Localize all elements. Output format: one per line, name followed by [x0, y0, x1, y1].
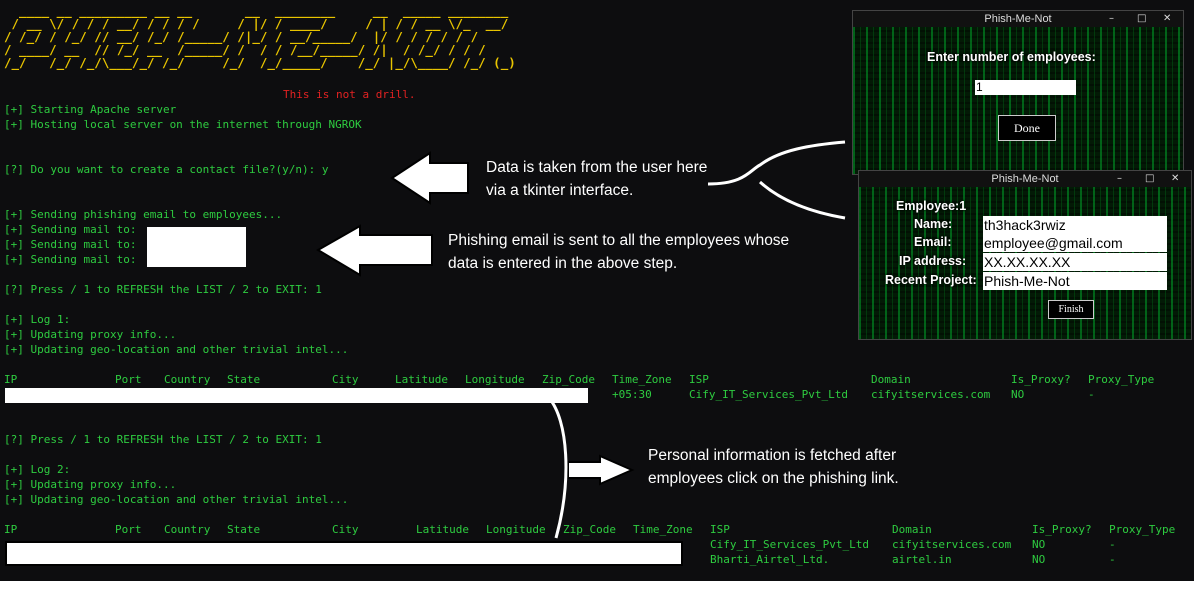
email-field[interactable]: employee@gmail.com [983, 234, 1167, 252]
maximize-icon[interactable]: □ [1137, 11, 1146, 27]
employee-label: Employee:1 [896, 199, 967, 213]
close-icon[interactable]: ✕ [1171, 171, 1179, 187]
terminal-window: ____ __ _________ __ __ __ ________ __ _… [0, 0, 1194, 581]
project-field[interactable]: Phish-Me-Not [983, 272, 1167, 290]
minimize-icon[interactable]: – [1117, 171, 1122, 187]
annotation-personal: Personal information is fetched after emp… [648, 444, 899, 490]
window-titlebar: Phish-Me-Not [853, 11, 1183, 27]
bracket-curve [707, 140, 846, 186]
annotation-line: Data is taken from the user here [486, 159, 708, 176]
finish-button[interactable]: Finish [1048, 300, 1094, 319]
annotation-line: Phishing email is sent to all the employ… [448, 232, 790, 249]
annotation-phishing: Phishing email is sent to all the employ… [448, 229, 789, 275]
window-title: Phish-Me-Not [984, 13, 1052, 25]
annotation-line: via a tkinter interface. [486, 182, 634, 199]
arrow-left-icon [316, 224, 433, 277]
name-field[interactable]: th3hack3rwiz [983, 216, 1167, 234]
ip-field[interactable]: XX.XX.XX.XX [983, 253, 1167, 271]
bracket-curve [758, 180, 846, 220]
employee-count-input[interactable]: 1 [975, 80, 1076, 95]
annotation-line: data is entered in the above step. [448, 255, 678, 272]
close-icon[interactable]: ✕ [1163, 11, 1171, 27]
email-label: Email: [914, 235, 952, 249]
project-label: Recent Project: [885, 273, 977, 287]
annotation-line: Personal information is fetched after [648, 447, 897, 464]
ip-label: IP address: [899, 254, 967, 268]
arrow-left-icon [390, 151, 469, 205]
bracket-curve [547, 397, 568, 539]
done-button[interactable]: Done [998, 115, 1056, 141]
window-titlebar: Phish-Me-Not [859, 171, 1191, 187]
arrow-right-icon [567, 454, 635, 486]
maximize-icon[interactable]: □ [1145, 171, 1154, 187]
tkinter-window-employee-details: Phish-Me-Not – □ ✕ Employee:1 Name: th3h… [858, 170, 1192, 340]
annotation-tkinter: Data is taken from the user here via a tk… [486, 156, 707, 202]
employee-count-label: Enter number of employees: [927, 50, 1096, 64]
name-label: Name: [914, 217, 953, 231]
window-title: Phish-Me-Not [991, 173, 1059, 185]
annotation-line: employees click on the phishing link. [648, 470, 899, 487]
minimize-icon[interactable]: – [1109, 11, 1114, 27]
tkinter-window-employee-count: Phish-Me-Not – □ ✕ Enter number of emplo… [852, 10, 1184, 175]
